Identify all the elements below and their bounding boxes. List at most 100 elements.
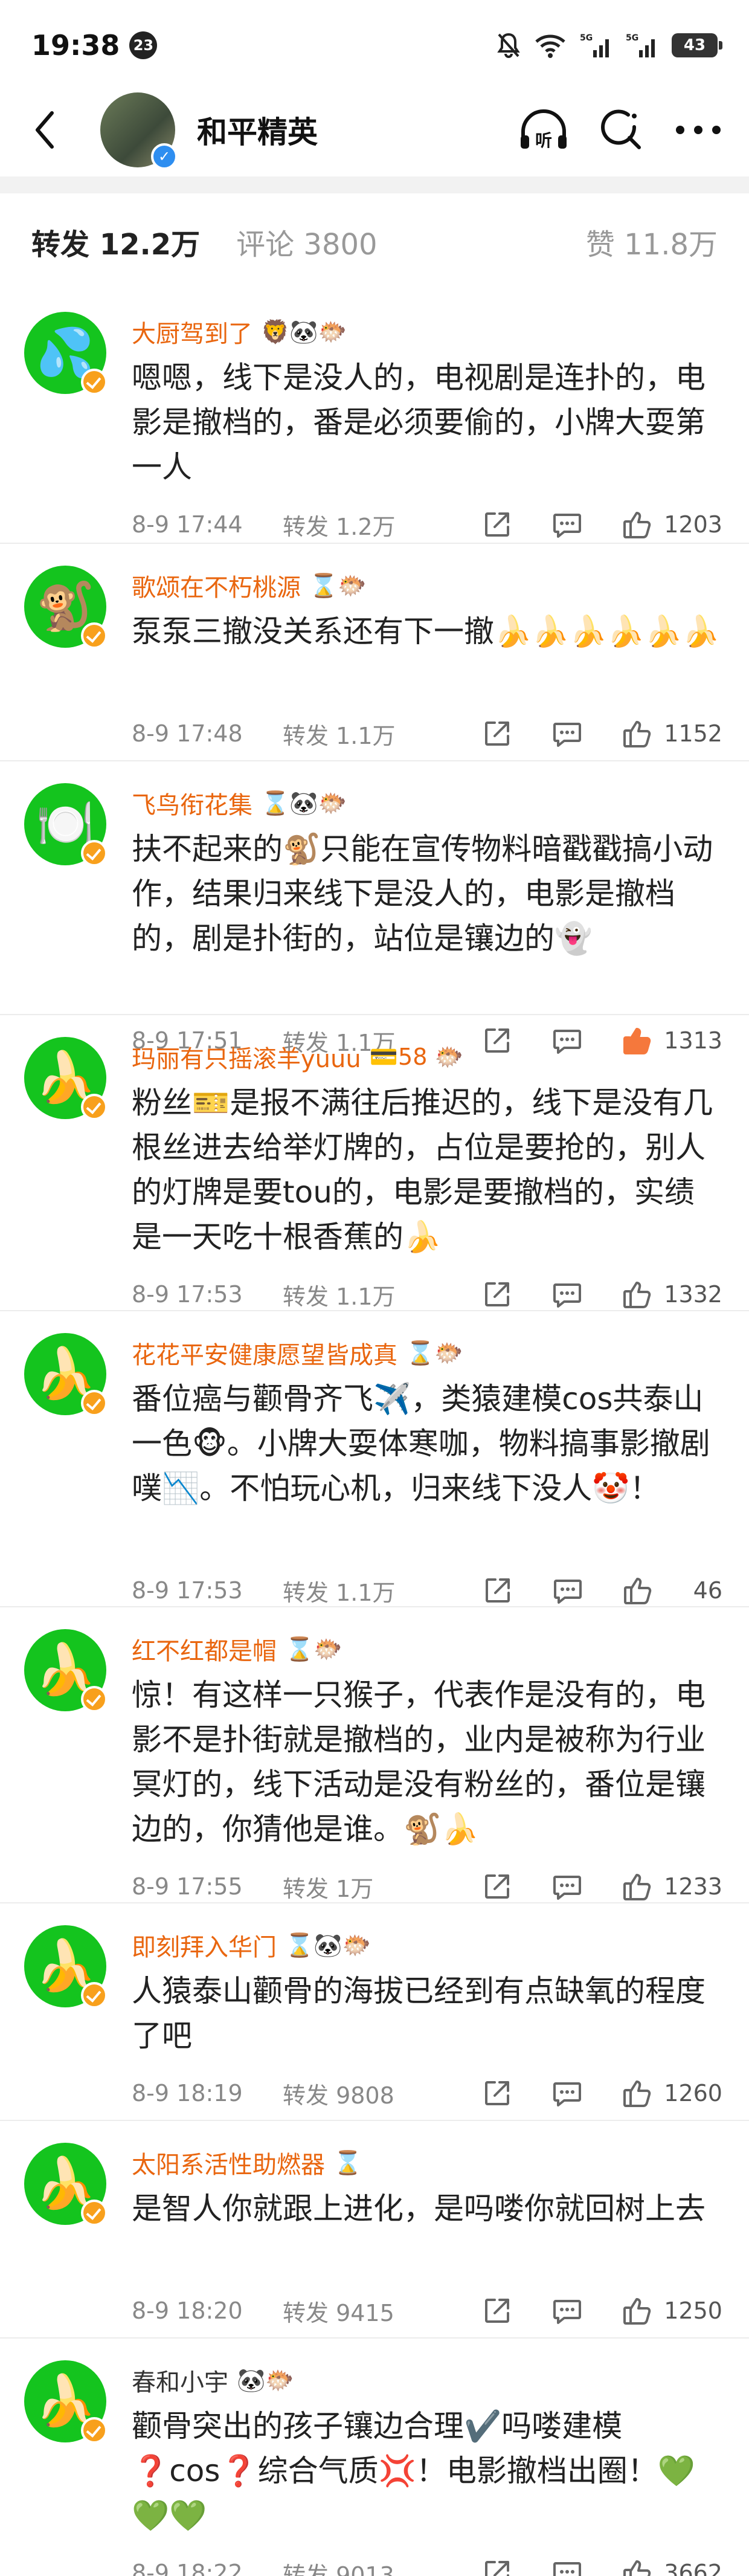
like-icon[interactable]: [620, 2076, 654, 2110]
share-icon[interactable]: [480, 1277, 514, 1311]
vip-badge-icon: [81, 840, 108, 867]
list-item[interactable]: 🍌 即刻拜入华门 ⌛🐼🐡 人猿泰山颧骨的海拔已经到有点缺氧的程度了吧 8-9 18:19…: [0, 1903, 749, 2121]
username[interactable]: 太阳系活性助燃器: [132, 2145, 325, 2180]
comment-icon[interactable]: [550, 717, 584, 751]
like-count: 46: [693, 1577, 722, 1604]
svg-text:听: 听: [535, 131, 552, 150]
like-icon[interactable]: [620, 2556, 654, 2576]
tab-reposts[interactable]: 转发 12.2万: [31, 221, 200, 263]
search-button[interactable]: [600, 109, 643, 151]
repost-count: 转发 1.1万: [283, 1283, 396, 1310]
section-separator: [0, 176, 749, 193]
repost-count: 转发 9415: [283, 2299, 394, 2326]
username[interactable]: 红不红都是帽: [132, 1632, 277, 1667]
avatar[interactable]: 🍽️: [24, 783, 108, 867]
list-item[interactable]: 💦 大厨驾到了 🦁🐼🐡 嗯嗯，线下是没人的，电视剧是连扑的，电影是撤档的，番是必须要偷…: [0, 290, 749, 544]
notification-count-badge: 23: [129, 31, 158, 59]
more-button[interactable]: [674, 124, 722, 136]
repost-count: 转发 1万: [283, 1875, 374, 1902]
vip-badge-icon: [81, 1982, 108, 2009]
comment-icon[interactable]: [550, 1870, 584, 1903]
timestamp: 8-9 18:19: [132, 2080, 243, 2106]
avatar[interactable]: 🐒: [24, 566, 108, 649]
avatar[interactable]: ✓: [100, 92, 178, 170]
list-item[interactable]: 🍌 玛丽有只摇滚羊yuuu 💳58 🐡 粉丝🎫是报不满往后推迟的，线下是没有几根丝进去…: [0, 1015, 749, 1311]
like-count: 1332: [664, 1281, 722, 1308]
avatar[interactable]: 🍌: [24, 1629, 108, 1712]
avatar[interactable]: 🍌: [24, 1037, 108, 1120]
comment-text: 粉丝🎫是报不满往后推迟的，线下是没有几根丝进去给举灯牌的，占位是要抢的，别人的灯…: [132, 1085, 713, 1254]
back-button[interactable]: [27, 106, 63, 154]
avatar[interactable]: 🍌: [24, 1925, 108, 2009]
vip-badge-icon: [81, 622, 108, 649]
share-icon[interactable]: [481, 1574, 515, 1607]
vip-badge-icon: [81, 2200, 108, 2226]
username[interactable]: 花花平安健康愿望皆成真: [132, 1335, 397, 1370]
comment-text: 是智人你就跟上进化，是吗喽你就回树上去: [132, 2191, 706, 2226]
vip-badge-icon: [81, 1686, 108, 1712]
share-icon[interactable]: [480, 2294, 514, 2328]
username[interactable]: 大厨驾到了: [132, 314, 252, 349]
list-item[interactable]: 🍌 花花平安健康愿望皆成真 ⌛🐡 番位癌与颧骨齐飞✈️，类猿建模cos共泰山一色🐵。小…: [0, 1311, 749, 1607]
comment-text: 嗯嗯，线下是没人的，电视剧是连扑的，电影是撤档的，番是必须要偷的，小牌大耍第一人: [132, 360, 706, 485]
like-count: 1260: [664, 2080, 722, 2106]
avatar[interactable]: 💦: [24, 312, 108, 395]
repost-count: 转发 9013: [283, 2561, 394, 2576]
share-icon[interactable]: [480, 508, 514, 541]
vip-badge-icon: [81, 2417, 108, 2444]
list-item[interactable]: 🍌 太阳系活性助燃器 ⌛ 是智人你就跟上进化，是吗喽你就回树上去 8-9 18:20 转发…: [0, 2121, 749, 2339]
comment-icon[interactable]: [550, 508, 584, 541]
list-item[interactable]: 🐒 歌颂在不朽桃源 ⌛🐡 泵泵三撤没关系还有下一撤🍌🍌🍌🍌🍌🍌 8-9 17:48 转发 …: [0, 544, 749, 761]
username[interactable]: 即刻拜入华门: [132, 1928, 277, 1963]
wifi-icon: [534, 32, 567, 59]
status-time: 19:38: [31, 29, 120, 62]
status-icons: 5G 5G 43: [497, 32, 722, 59]
tab-comments[interactable]: 评论 3800: [236, 221, 377, 263]
comment-icon[interactable]: [550, 1277, 584, 1311]
like-icon[interactable]: [620, 508, 654, 541]
listen-button[interactable]: 听: [518, 109, 569, 151]
share-icon[interactable]: [480, 717, 514, 751]
user-badges-icon: ⌛🐼🐡: [285, 1931, 371, 1958]
comment-icon[interactable]: [551, 1574, 585, 1607]
comment-icon[interactable]: [550, 2076, 584, 2110]
username[interactable]: 飞鸟衔花集: [132, 786, 252, 821]
vip-badge-icon: [81, 1094, 108, 1120]
list-item[interactable]: 🍽️ 飞鸟衔花集 ⌛🐼🐡 扶不起来的🐒只能在宣传物料暗戳戳搞小动作，结果归来线下是没人…: [0, 761, 749, 1056]
like-icon[interactable]: [620, 2294, 654, 2328]
like-icon[interactable]: [621, 1574, 655, 1607]
vip-badge-icon: [81, 1390, 108, 1416]
search-icon: [601, 109, 641, 149]
status-bar: 19:38 23 5G 5G 43: [0, 0, 749, 91]
share-icon[interactable]: [480, 1870, 514, 1903]
share-icon[interactable]: [480, 2556, 514, 2576]
username[interactable]: 歌颂在不朽桃源: [132, 568, 301, 603]
avatar[interactable]: 🍌: [24, 2143, 108, 2226]
username[interactable]: 春和小宇: [132, 2363, 228, 2398]
signal-5g-icon-2: 5G: [626, 32, 658, 59]
svg-text:5G: 5G: [626, 33, 638, 43]
headphones-icon: 听: [521, 109, 567, 150]
timestamp: 8-9 17:44: [132, 511, 243, 538]
avatar[interactable]: 🍌: [24, 2360, 108, 2444]
share-icon[interactable]: [480, 2076, 514, 2110]
avatar[interactable]: 🍌: [24, 1333, 108, 1416]
more-icon: [676, 126, 721, 134]
comment-icon[interactable]: [550, 2294, 584, 2328]
header: ✓ 和平精英 听: [0, 91, 749, 170]
comment-text: 番位癌与颧骨齐飞✈️，类猿建模cos共泰山一色🐵。小牌大耍体寒咖，物料搞事影撤剧…: [132, 1381, 710, 1506]
comment-icon[interactable]: [550, 2556, 584, 2576]
like-icon[interactable]: [620, 717, 654, 751]
page-title: 和平精英: [197, 115, 318, 150]
like-icon[interactable]: [620, 1870, 654, 1903]
comment-text: 颧骨突出的孩子镶边合理✔️吗喽建模❓cos❓综合气质💢！电影撤档出圈！💚💚💚: [132, 2409, 696, 2533]
user-badges-icon: ⌛: [333, 2149, 362, 2176]
tab-likes[interactable]: 赞 11.8万: [586, 221, 718, 263]
list-item[interactable]: 🍌 春和小宇 🐼🐡 颧骨突出的孩子镶边合理✔️吗喽建模❓cos❓综合气质💢！电影撤档出…: [0, 2339, 749, 2576]
user-badges-icon: ⌛🐡: [406, 1339, 463, 1366]
timestamp: 8-9 17:53: [132, 1281, 243, 1308]
list-item[interactable]: 🍌 红不红都是帽 ⌛🐡 惊！有这样一只猴子，代表作是没有的，电影不是扑街就是撤档的，业…: [0, 1607, 749, 1903]
mute-icon: [497, 32, 521, 59]
username[interactable]: 玛丽有只摇滚羊yuuu: [132, 1039, 361, 1074]
like-icon[interactable]: [620, 1277, 654, 1311]
